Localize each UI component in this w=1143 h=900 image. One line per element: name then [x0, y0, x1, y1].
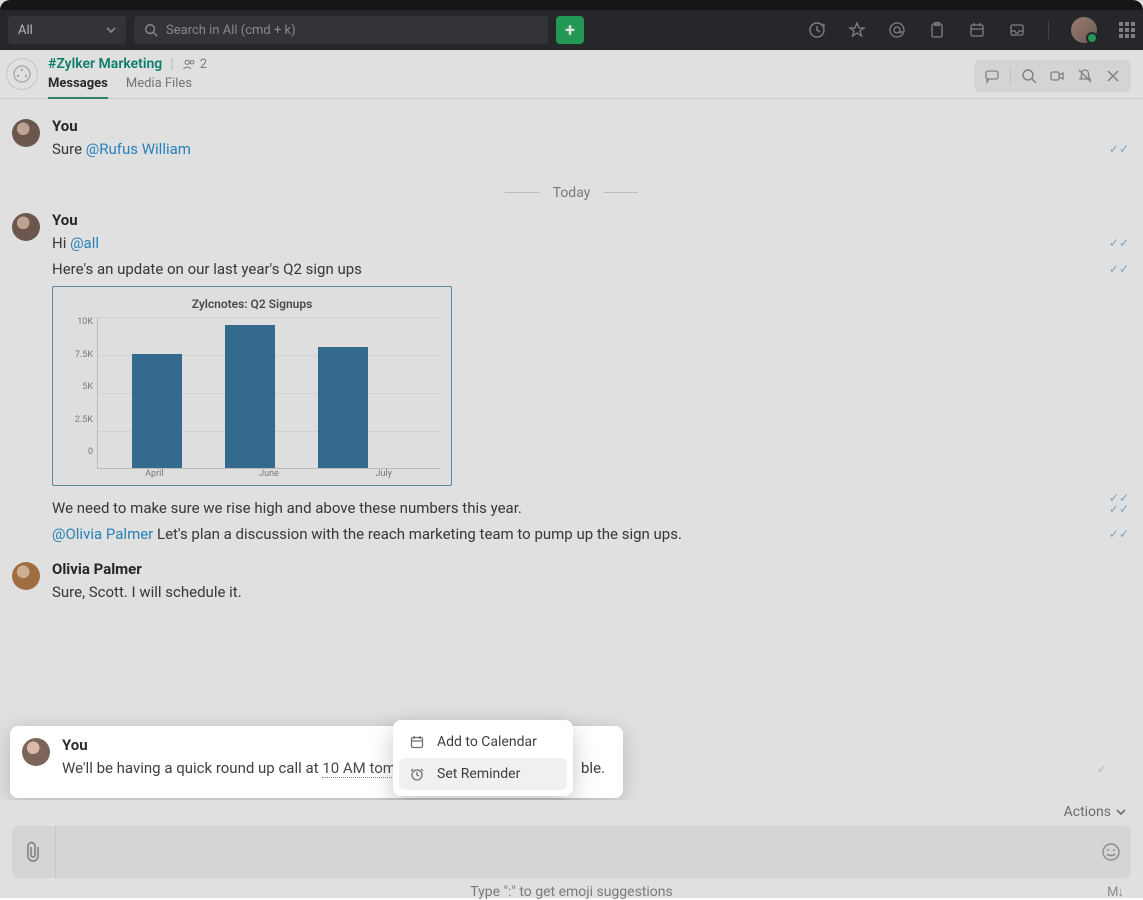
message-line: We need to make sure we rise high and ab…	[52, 498, 1131, 520]
close-icon[interactable]	[1101, 64, 1125, 88]
read-receipt-icon: ✓✓	[1109, 141, 1129, 158]
star-icon[interactable]	[848, 21, 866, 39]
read-receipt-icon: ✓✓	[1109, 526, 1129, 543]
context-popup: Add to Calendar Set Reminder	[393, 720, 573, 796]
compose-box	[12, 826, 1131, 878]
calendar-icon	[409, 734, 425, 750]
smile-icon	[1101, 842, 1121, 862]
chart-plot	[97, 317, 441, 469]
top-bar: All Search in All (cmd + k) +	[0, 10, 1143, 50]
calendar-icon[interactable]	[968, 21, 986, 39]
tab-media[interactable]: Media Files	[126, 76, 192, 99]
search-placeholder: Search in All (cmd + k)	[166, 23, 296, 38]
read-receipt-icon: ✓✓	[1109, 235, 1129, 252]
avatar[interactable]	[22, 738, 50, 766]
message-author: You	[52, 211, 1131, 229]
message: You Hi @all ✓✓ Here's an update on our l…	[12, 211, 1131, 550]
chat-icon[interactable]	[980, 64, 1004, 88]
search-input[interactable]: Search in All (cmd + k)	[134, 16, 548, 44]
user-mention[interactable]: @Rufus William	[86, 140, 191, 158]
chevron-down-icon	[1115, 806, 1127, 818]
channel-avatar-icon[interactable]	[6, 58, 38, 90]
top-icon-group	[808, 17, 1135, 43]
date-label: Today	[553, 185, 591, 201]
compose-input[interactable]	[56, 826, 1091, 878]
chart-attachment[interactable]: Zylcnotes: Q2 Signups 10K 7.5K 5K 2.5K 0	[52, 286, 452, 486]
member-count: 2	[200, 57, 207, 72]
channel-members[interactable]: 2	[182, 57, 207, 72]
chart-y-axis: 10K 7.5K 5K 2.5K 0	[63, 317, 97, 469]
channel-action-group	[974, 60, 1131, 92]
popup-set-reminder[interactable]: Set Reminder	[399, 758, 567, 790]
search-in-chat-icon[interactable]	[1017, 64, 1041, 88]
people-icon	[182, 57, 196, 71]
message-line: Sure @Rufus William ✓✓	[52, 139, 1131, 161]
message-line: @Olivia Palmer Let's plan a discussion w…	[52, 524, 1131, 546]
scope-label: All	[18, 23, 33, 38]
popup-add-to-calendar[interactable]: Add to Calendar	[399, 726, 567, 758]
channel-header: #Zylker Marketing | 2 Messages Media Fil…	[0, 50, 1143, 99]
read-receipt-icon: ✓	[1097, 761, 1107, 778]
chevron-down-icon	[106, 25, 116, 35]
attach-button[interactable]	[12, 826, 56, 878]
separator: |	[170, 56, 173, 72]
actions-link[interactable]: Actions	[12, 804, 1127, 820]
message-line: Hi @all ✓✓	[52, 233, 1131, 255]
user-mention[interactable]: @Olivia Palmer	[52, 525, 153, 543]
chart-bar	[132, 354, 182, 469]
mute-icon[interactable]	[1073, 64, 1097, 88]
avatar[interactable]	[12, 562, 40, 590]
paperclip-icon	[24, 840, 44, 864]
new-message-button[interactable]: +	[556, 16, 584, 44]
user-avatar[interactable]	[1071, 17, 1097, 43]
separator	[1048, 21, 1049, 39]
message: Olivia Palmer Sure, Scott. I will schedu…	[12, 560, 1131, 608]
read-receipt-icon: ✓✓	[1109, 490, 1129, 496]
apps-grid-icon[interactable]	[1119, 22, 1135, 38]
chart-title: Zylcnotes: Q2 Signups	[63, 297, 441, 311]
footer: Actions Type ":" to get emoji suggestion…	[0, 800, 1143, 898]
chart-bar	[318, 347, 368, 468]
group-mention[interactable]: @all	[70, 234, 99, 252]
read-receipt-icon: ✓✓	[1109, 261, 1129, 278]
chart-bar	[225, 325, 275, 468]
avatar[interactable]	[12, 119, 40, 147]
message-line: Sure, Scott. I will schedule it.	[52, 582, 1131, 604]
mention-icon[interactable]	[888, 21, 906, 39]
date-divider: Today	[12, 185, 1131, 201]
chart-x-axis: April June July	[63, 469, 441, 479]
video-icon[interactable]	[1045, 64, 1069, 88]
avatar[interactable]	[12, 213, 40, 241]
history-icon[interactable]	[808, 21, 826, 39]
channel-name[interactable]: #Zylker Marketing	[48, 56, 162, 72]
tab-messages[interactable]: Messages	[48, 76, 108, 99]
message-author: Olivia Palmer	[52, 560, 1131, 578]
message-author: You	[52, 117, 1131, 135]
message-line: Here's an update on our last year's Q2 s…	[52, 259, 1131, 281]
reminder-icon	[409, 766, 425, 782]
scope-select[interactable]: All	[8, 16, 126, 44]
drawer-icon[interactable]	[1008, 21, 1026, 39]
emoji-button[interactable]	[1091, 842, 1131, 862]
search-icon	[144, 23, 158, 37]
message-list: You Sure @Rufus William ✓✓ Today You Hi …	[0, 99, 1143, 800]
read-receipt-icon: ✓✓	[1109, 501, 1129, 518]
clipboard-icon[interactable]	[928, 21, 946, 39]
message: You Sure @Rufus William ✓✓	[12, 117, 1131, 165]
